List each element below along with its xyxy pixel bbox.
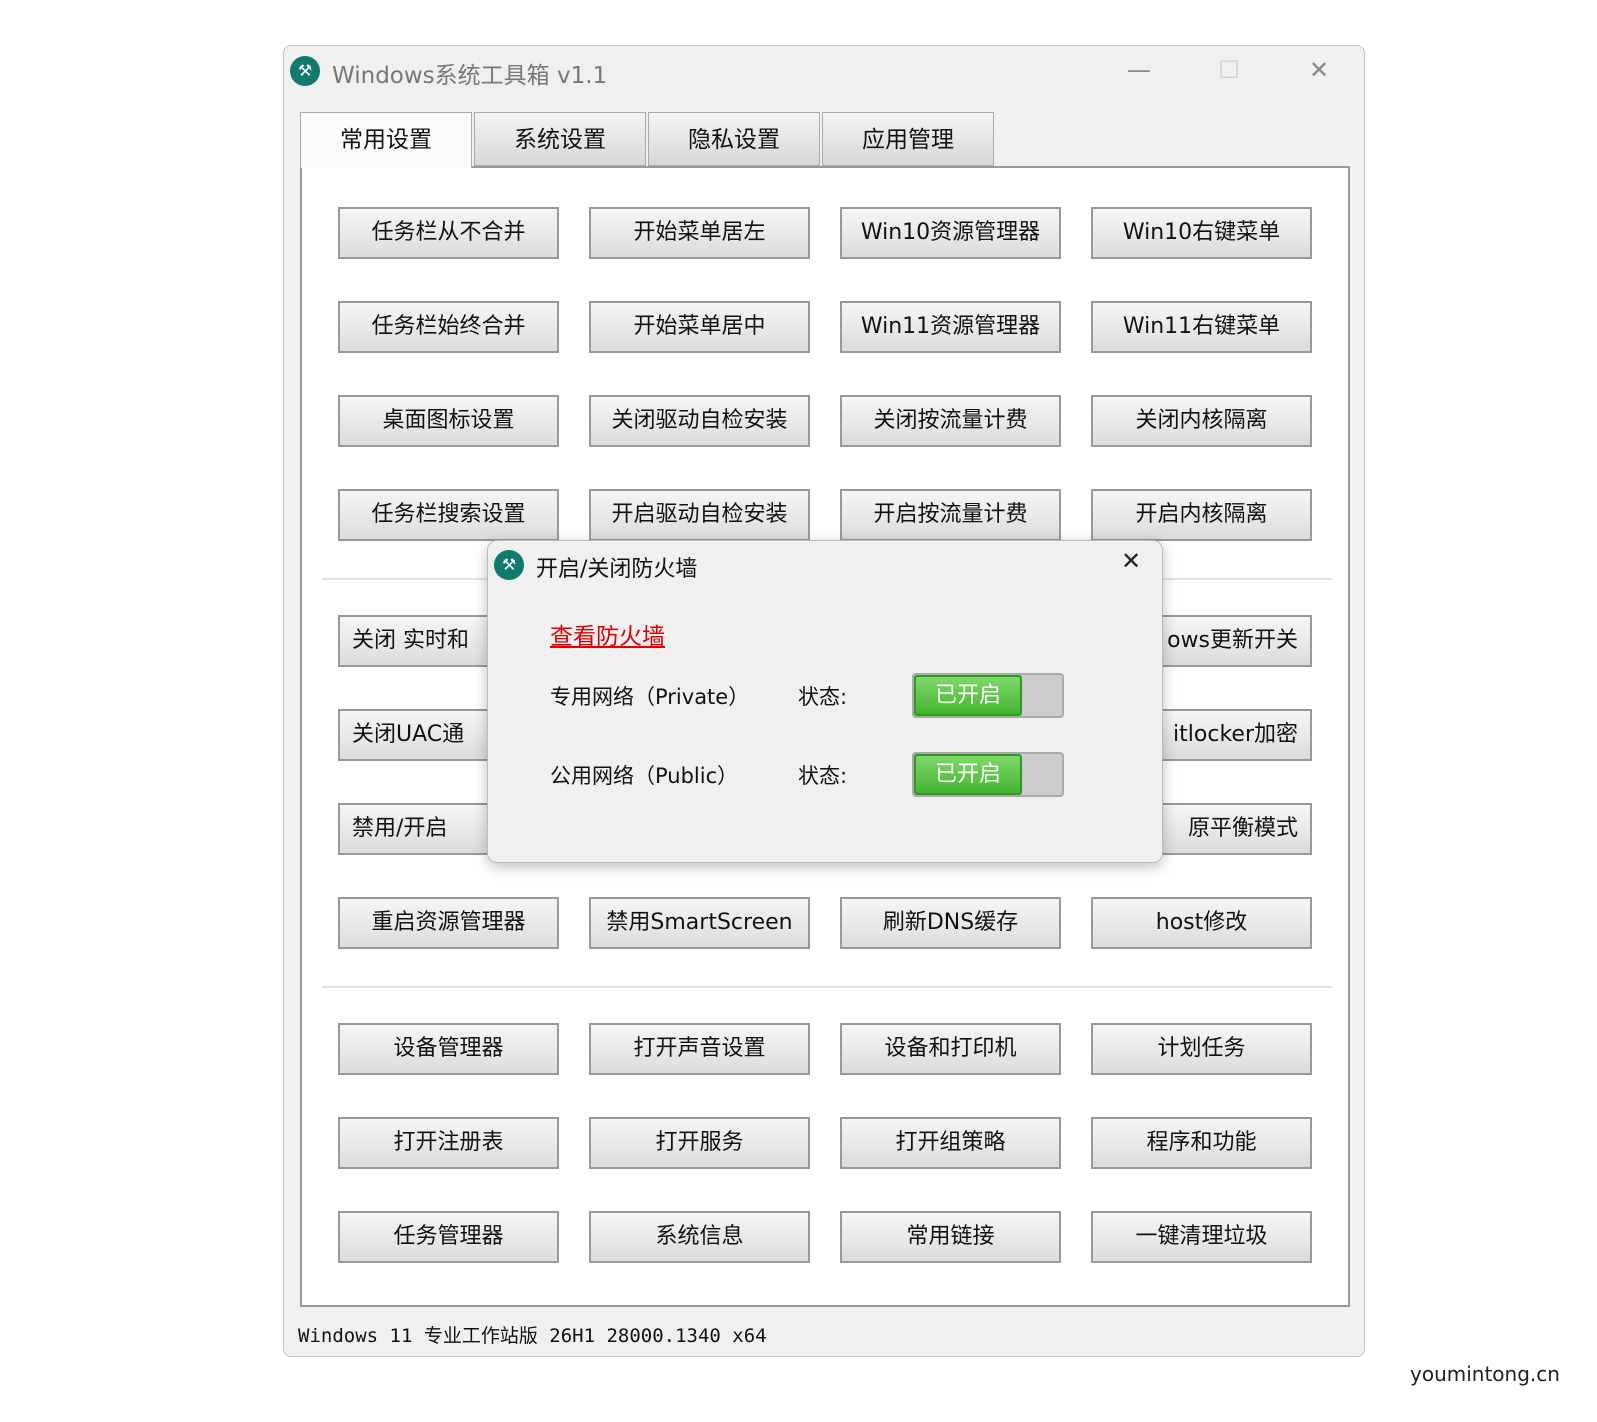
- tool-button[interactable]: 打开注册表: [338, 1117, 559, 1169]
- tool-button[interactable]: 常用链接: [840, 1211, 1061, 1263]
- tool-button[interactable]: 打开声音设置: [589, 1023, 810, 1075]
- private-firewall-toggle[interactable]: 已开启: [912, 673, 1064, 718]
- dialog-title: 开启/关闭防火墙: [536, 557, 698, 582]
- firewall-dialog: ⚒ 开启/关闭防火墙 ✕ 查看防火墙 专用网络（Private） 状态: 已开启…: [487, 540, 1163, 863]
- close-button[interactable]: ✕: [1294, 52, 1344, 88]
- tool-button[interactable]: Win11资源管理器: [840, 301, 1061, 353]
- tool-button[interactable]: 任务管理器: [338, 1211, 559, 1263]
- toggle-on-label: 已开启: [914, 754, 1022, 795]
- tool-button[interactable]: 重启资源管理器: [338, 897, 559, 949]
- private-state-label: 状态:: [798, 685, 848, 709]
- title-bar: ⚒ Windows系统工具箱 v1.1 — ☐ ✕: [284, 46, 1364, 96]
- tool-button[interactable]: 开启内核隔离: [1091, 489, 1312, 541]
- tool-button[interactable]: Win10右键菜单: [1091, 207, 1312, 259]
- tool-button[interactable]: 计划任务: [1091, 1023, 1312, 1075]
- window-title: Windows系统工具箱 v1.1: [332, 63, 608, 89]
- watermark: youmintong.cn: [1410, 1362, 1560, 1386]
- tab-common-settings[interactable]: 常用设置: [300, 112, 472, 168]
- minimize-button[interactable]: —: [1114, 52, 1164, 88]
- public-network-label: 公用网络（Public）: [550, 764, 739, 788]
- toggle-on-label: 已开启: [914, 675, 1022, 716]
- tab-privacy-settings[interactable]: 隐私设置: [648, 112, 820, 166]
- view-firewall-link[interactable]: 查看防火墙: [550, 617, 665, 651]
- tool-button[interactable]: 程序和功能: [1091, 1117, 1312, 1169]
- tool-button[interactable]: host修改: [1091, 897, 1312, 949]
- tab-system-settings[interactable]: 系统设置: [474, 112, 646, 166]
- public-firewall-toggle[interactable]: 已开启: [912, 752, 1064, 797]
- app-logo-icon: ⚒: [494, 550, 524, 580]
- tool-button[interactable]: 关闭内核隔离: [1091, 395, 1312, 447]
- dialog-close-button[interactable]: ✕: [1106, 543, 1156, 579]
- tool-button[interactable]: 关闭按流量计费: [840, 395, 1061, 447]
- tab-app-management[interactable]: 应用管理: [822, 112, 994, 166]
- tool-button[interactable]: 开始菜单居中: [589, 301, 810, 353]
- tool-button[interactable]: 打开服务: [589, 1117, 810, 1169]
- public-state-label: 状态:: [798, 764, 848, 788]
- os-version-status: Windows 11 专业工作站版 26H1 28000.1340 x64: [298, 1325, 767, 1347]
- tool-button[interactable]: Win10资源管理器: [840, 207, 1061, 259]
- tool-button[interactable]: 任务栏始终合并: [338, 301, 559, 353]
- tool-button[interactable]: 任务栏从不合并: [338, 207, 559, 259]
- tool-button[interactable]: 任务栏搜索设置: [338, 489, 559, 541]
- maximize-button[interactable]: ☐: [1204, 52, 1254, 88]
- tool-button[interactable]: 系统信息: [589, 1211, 810, 1263]
- tool-button[interactable]: 刷新DNS缓存: [840, 897, 1061, 949]
- tool-button[interactable]: 禁用SmartScreen: [589, 897, 810, 949]
- tool-button[interactable]: 开启按流量计费: [840, 489, 1061, 541]
- app-logo-icon: ⚒: [290, 56, 320, 86]
- tool-button[interactable]: 开始菜单居左: [589, 207, 810, 259]
- tool-button[interactable]: Win11右键菜单: [1091, 301, 1312, 353]
- tool-button[interactable]: 关闭驱动自检安装: [589, 395, 810, 447]
- separator: [322, 986, 1332, 988]
- tool-button[interactable]: 一键清理垃圾: [1091, 1211, 1312, 1263]
- private-network-label: 专用网络（Private）: [550, 685, 750, 709]
- tool-button[interactable]: 开启驱动自检安装: [589, 489, 810, 541]
- tool-button[interactable]: 设备和打印机: [840, 1023, 1061, 1075]
- tool-button[interactable]: 打开组策略: [840, 1117, 1061, 1169]
- tool-button[interactable]: 设备管理器: [338, 1023, 559, 1075]
- tool-button[interactable]: 桌面图标设置: [338, 395, 559, 447]
